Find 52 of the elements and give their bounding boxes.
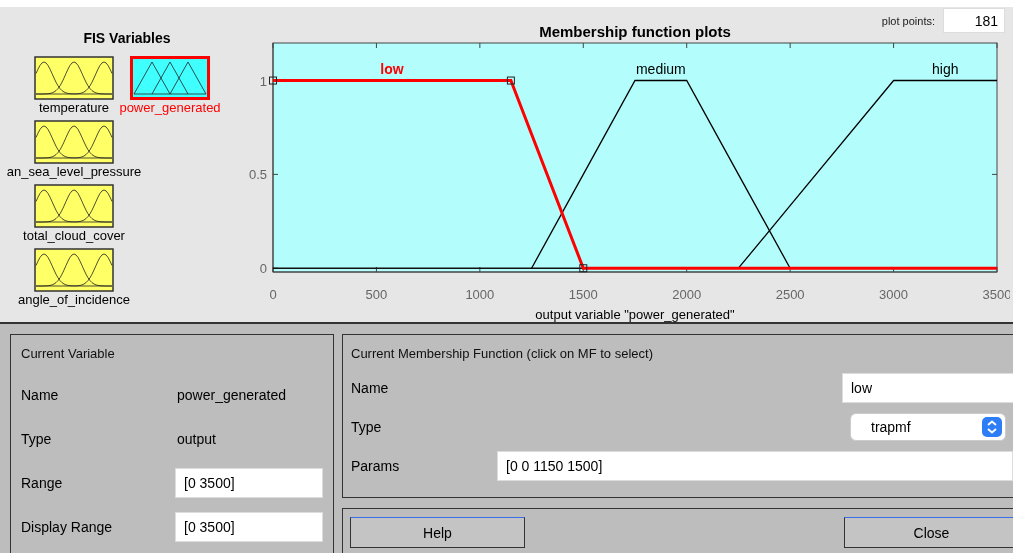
triangle-curves-icon[interactable]: [130, 56, 210, 100]
field-label: Name: [21, 387, 60, 403]
chart-title: Membership function plots: [539, 23, 731, 40]
selected-membership-curve[interactable]: [273, 79, 997, 270]
panel-title: Current Variable: [21, 346, 116, 363]
x-tick-label: 1000: [465, 287, 495, 302]
updown-arrows-icon: [982, 417, 1002, 437]
x-tick-label: 1500: [568, 287, 598, 302]
type-dropdown[interactable]: trapmf: [850, 413, 1006, 441]
x-tick-label: 2500: [775, 287, 805, 302]
plot-points-field[interactable]: 181: [943, 8, 1005, 33]
field-label: Type: [21, 431, 53, 447]
field-label: Params: [351, 458, 401, 474]
y-tick-label: 1: [259, 73, 267, 89]
x-tick-label: 3500: [982, 287, 1012, 302]
variable-label: power_generated: [119, 100, 221, 116]
panel-title: Current Membership Function (click on MF to select): [351, 346, 654, 363]
plot-points-label: plot points:: [881, 14, 935, 27]
y-tick-label: 0: [259, 261, 267, 277]
membership-curve[interactable]: [737, 79, 998, 269]
field-label: Range: [21, 475, 64, 491]
help-button[interactable]: Help: [350, 517, 525, 548]
field-value: output: [177, 431, 216, 447]
input-field[interactable]: low: [842, 373, 1013, 403]
bell-curves-icon[interactable]: [34, 248, 114, 292]
curve-label: medium: [635, 61, 686, 77]
input-field[interactable]: [0 3500]: [175, 512, 323, 542]
panel-title: FIS Variables: [82, 30, 172, 48]
field-value: power_generated: [177, 387, 286, 403]
field-label: Display Range: [21, 519, 114, 535]
variable-label: total_cloud_cover: [23, 228, 125, 244]
membership-curve[interactable]: [530, 79, 791, 269]
y-tick-label: 0.5: [248, 167, 267, 183]
x-tick-label: 0: [269, 287, 277, 302]
field-label: Type: [351, 419, 383, 435]
bell-curves-icon[interactable]: [34, 56, 114, 100]
x-tick-label: 2000: [672, 287, 702, 302]
variable-label: angle_of_incidence: [18, 292, 131, 308]
variable-label: temperature: [38, 100, 110, 116]
field-label: Name: [351, 380, 390, 396]
close-button[interactable]: Close: [844, 517, 1013, 548]
curve-label: low: [380, 61, 404, 77]
input-field[interactable]: [0 3500]: [175, 468, 323, 498]
input-field[interactable]: [0 0 1150 1500]: [497, 451, 1013, 481]
variable-label: an_sea_level_pressure: [6, 164, 142, 180]
curve-label: high: [932, 61, 959, 77]
bell-curves-icon[interactable]: [34, 120, 114, 164]
axis-label: output variable "power_generated": [535, 307, 735, 322]
x-tick-label: 500: [365, 287, 388, 302]
bell-curves-icon[interactable]: [34, 184, 114, 228]
vertex-handles[interactable]: [269, 76, 588, 273]
x-tick-label: 3000: [879, 287, 909, 302]
